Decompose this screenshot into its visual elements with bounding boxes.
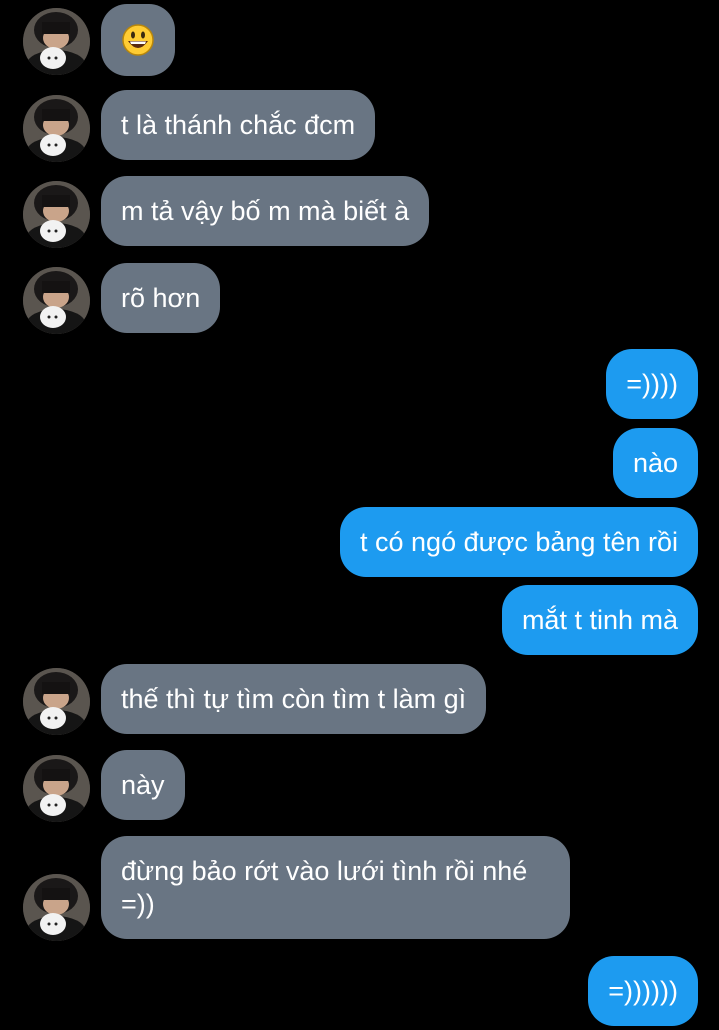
incoming-message-bubble[interactable]: rõ hơn bbox=[101, 263, 221, 333]
contact-avatar[interactable] bbox=[23, 267, 90, 334]
contact-avatar[interactable] bbox=[23, 668, 90, 735]
contact-avatar[interactable] bbox=[23, 8, 90, 75]
incoming-message-bubble[interactable]: đừng bảo rớt vào lưới tình rồi nhé =)) bbox=[101, 836, 570, 939]
incoming-message-bubble[interactable]: t là thánh chắc đcm bbox=[101, 90, 376, 160]
outgoing-message-bubble[interactable]: mắt t tinh mà bbox=[501, 585, 698, 655]
contact-avatar[interactable] bbox=[23, 95, 90, 162]
incoming-message-bubble[interactable]: m tả vậy bố m mà biết à bbox=[101, 176, 430, 246]
incoming-message-bubble[interactable]: này bbox=[101, 750, 185, 820]
chat-thread: t là thánh chắc đcm m tả vậy bố m mà biế… bbox=[0, 0, 719, 1030]
contact-avatar[interactable] bbox=[23, 874, 90, 941]
incoming-message-bubble[interactable] bbox=[101, 4, 175, 76]
outgoing-message-bubble[interactable]: t có ngó được bảng tên rồi bbox=[340, 507, 698, 577]
incoming-message-bubble[interactable]: thế thì tự tìm còn tìm t làm gì bbox=[101, 664, 487, 734]
outgoing-message-bubble[interactable]: =)))) bbox=[606, 349, 698, 419]
contact-avatar[interactable] bbox=[23, 755, 90, 822]
outgoing-message-bubble[interactable]: nào bbox=[612, 428, 698, 498]
contact-avatar[interactable] bbox=[23, 181, 90, 248]
grinning-face-emoji-icon bbox=[122, 24, 154, 56]
outgoing-message-bubble[interactable]: =)))))) bbox=[588, 956, 698, 1026]
